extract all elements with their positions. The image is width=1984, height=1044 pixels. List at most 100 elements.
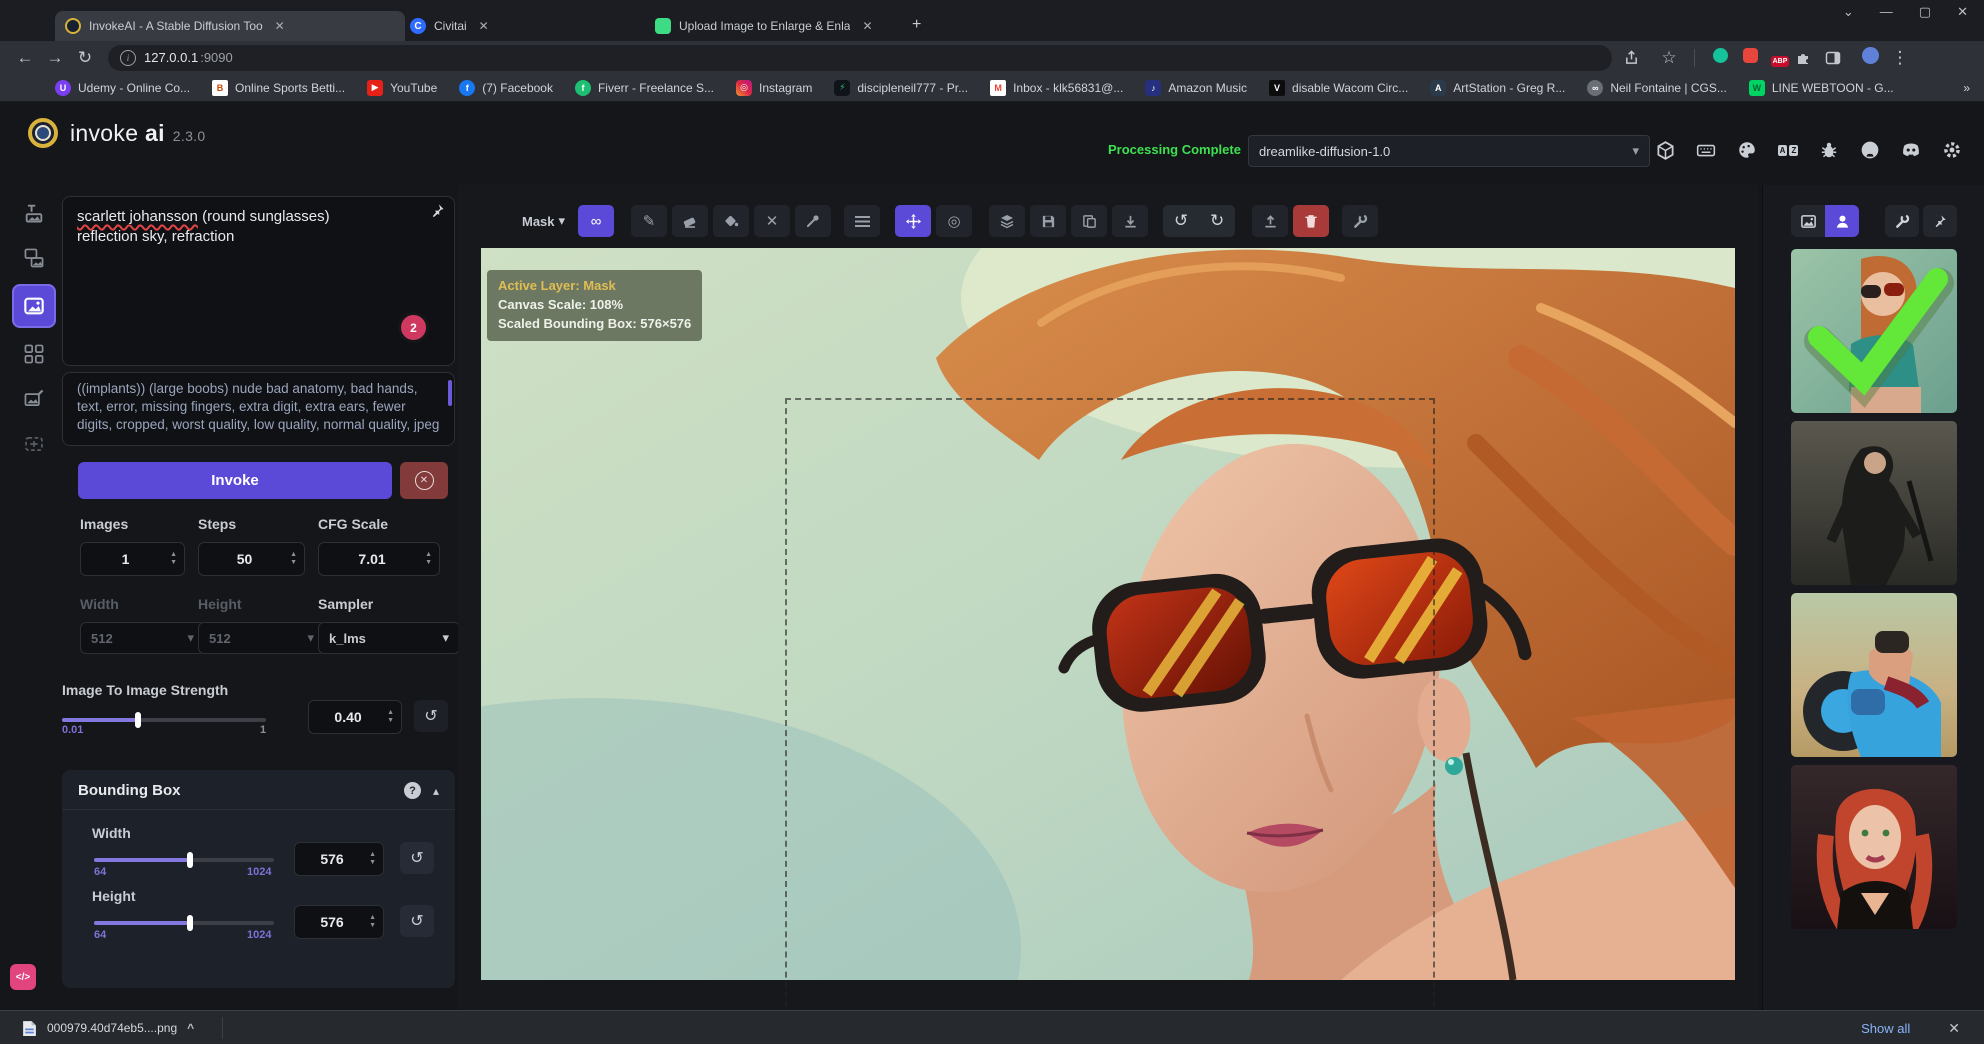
- width-select[interactable]: 512▾: [80, 622, 205, 654]
- back-button[interactable]: ←: [10, 48, 40, 68]
- gallery-thumbnail[interactable]: [1791, 765, 1957, 929]
- i2i-strength-slider[interactable]: [62, 712, 266, 728]
- erase-bounding-box-button[interactable]: ✕: [754, 205, 790, 237]
- window-close-icon[interactable]: ✕: [1957, 4, 1968, 20]
- redo-button[interactable]: ↻: [1199, 205, 1235, 237]
- download-image-button[interactable]: [1112, 205, 1148, 237]
- steps-input[interactable]: 50▲▼: [198, 542, 305, 576]
- layer-select[interactable]: Mask▾: [522, 213, 565, 229]
- model-select[interactable]: dreamlike-diffusion-1.0 ▾: [1248, 135, 1650, 167]
- share-icon[interactable]: [1624, 50, 1654, 65]
- github-icon[interactable]: [1855, 135, 1885, 165]
- tab-text-to-image[interactable]: [15, 194, 53, 232]
- undo-button[interactable]: ↺: [1163, 205, 1199, 237]
- i2i-strength-input[interactable]: 0.40▲▼: [308, 700, 402, 734]
- tab-training[interactable]: [15, 425, 53, 463]
- copy-to-clipboard-button[interactable]: [1071, 205, 1107, 237]
- reset-view-button[interactable]: ◎: [936, 205, 972, 237]
- tab-close-icon[interactable]: ✕: [862, 19, 872, 33]
- gallery-user-tab[interactable]: [1825, 205, 1859, 237]
- color-picker-button[interactable]: [795, 205, 831, 237]
- tab-close-icon[interactable]: ✕: [275, 19, 285, 33]
- clear-canvas-button[interactable]: [1293, 205, 1329, 237]
- close-shelf-icon[interactable]: ✕: [1948, 1020, 1960, 1037]
- gallery-images-tab[interactable]: [1791, 205, 1825, 237]
- pin-prompt-icon[interactable]: [430, 203, 445, 218]
- red-extension-icon[interactable]: [1735, 48, 1765, 68]
- cancel-button[interactable]: ✕: [400, 462, 448, 499]
- toggle-mask-button[interactable]: ∞: [578, 205, 614, 237]
- side-panel-icon[interactable]: [1825, 50, 1855, 66]
- bookmark-discipleneil[interactable]: ⚡discipleneil777 - Pr...: [834, 80, 968, 96]
- bookmark-facebook[interactable]: f(7) Facebook: [459, 80, 553, 96]
- bookmark-artstation[interactable]: AArtStation - Greg R...: [1430, 80, 1565, 96]
- stepper-icons[interactable]: ▲▼: [369, 852, 383, 866]
- bookmark-inbox[interactable]: MInbox - klk56831@...: [990, 80, 1123, 96]
- canvas-settings-button[interactable]: [1342, 205, 1378, 237]
- site-info-icon[interactable]: i: [120, 50, 136, 66]
- negative-prompt-input[interactable]: ((implants)) (large boobs) nude bad anat…: [62, 372, 455, 446]
- bookmark-instagram[interactable]: ◎Instagram: [736, 80, 812, 96]
- brush-options-button[interactable]: [844, 205, 880, 237]
- collapse-chevron-icon[interactable]: ▴: [433, 784, 439, 798]
- url-bar[interactable]: i 127.0.0.1:9090: [108, 45, 1612, 71]
- bbox-height-reset-button[interactable]: ↺: [400, 905, 434, 937]
- cfg-scale-input[interactable]: 7.01▲▼: [318, 542, 440, 576]
- bookmark-sports[interactable]: BOnline Sports Betti...: [212, 80, 345, 96]
- browser-menu-chevron-icon[interactable]: ⌄: [1843, 4, 1854, 20]
- tab-civitai[interactable]: C Civitai ✕: [400, 11, 650, 41]
- bookmark-webtoon[interactable]: WLINE WEBTOON - G...: [1749, 80, 1894, 96]
- sampler-select[interactable]: k_lms▾: [318, 622, 460, 654]
- gallery-thumbnail-selected[interactable]: [1791, 249, 1957, 413]
- tab-invokeai[interactable]: InvokeAI - A Stable Diffusion Too ✕: [55, 11, 405, 41]
- model-manager-cube-icon[interactable]: [1650, 135, 1680, 165]
- browser-kebab-menu-icon[interactable]: ⋮: [1885, 48, 1915, 68]
- bookmark-udemy[interactable]: UUdemy - Online Co...: [55, 80, 190, 96]
- gallery-settings-button[interactable]: [1885, 205, 1919, 237]
- bookmarks-overflow-chevron[interactable]: »: [1963, 81, 1970, 95]
- new-tab-button[interactable]: +: [912, 16, 921, 34]
- pin-gallery-button[interactable]: [1923, 205, 1957, 237]
- move-tool-button[interactable]: [895, 205, 931, 237]
- canvas-bounding-box[interactable]: [785, 398, 1435, 1038]
- bookmark-fiverr[interactable]: fFiverr - Freelance S...: [575, 80, 714, 96]
- slider-handle[interactable]: [135, 712, 141, 728]
- show-all-link[interactable]: Show all: [1861, 1021, 1910, 1036]
- window-minimize-icon[interactable]: —: [1880, 4, 1893, 20]
- stepper-icons[interactable]: ▲▼: [387, 710, 401, 724]
- stepper-icons[interactable]: ▲▼: [369, 915, 383, 929]
- theme-palette-icon[interactable]: [1732, 135, 1762, 165]
- merge-visible-button[interactable]: [989, 205, 1025, 237]
- profile-avatar[interactable]: [1855, 47, 1885, 69]
- download-expand-chevron[interactable]: ^: [187, 1021, 194, 1035]
- grammarly-extension-icon[interactable]: [1705, 48, 1735, 68]
- gallery-thumbnail[interactable]: [1791, 421, 1957, 585]
- invoke-button[interactable]: Invoke: [78, 462, 392, 499]
- reload-button[interactable]: ↻: [70, 48, 100, 68]
- settings-gear-icon[interactable]: [1937, 135, 1967, 165]
- bookmark-wacom[interactable]: Vdisable Wacom Circ...: [1269, 80, 1408, 96]
- discord-icon[interactable]: [1896, 135, 1926, 165]
- bbox-width-reset-button[interactable]: ↺: [400, 842, 434, 874]
- upload-image-button[interactable]: [1252, 205, 1288, 237]
- bookmark-amazon-music[interactable]: ♪Amazon Music: [1145, 80, 1247, 96]
- bookmark-youtube[interactable]: ▶YouTube: [367, 80, 437, 96]
- tab-upload-image[interactable]: Upload Image to Enlarge & Enla ✕: [645, 11, 915, 41]
- i2i-reset-button[interactable]: ↺: [414, 700, 448, 732]
- tab-post-processing[interactable]: [15, 380, 53, 418]
- bookmark-cgs[interactable]: ∞Neil Fontaine | CGS...: [1587, 80, 1727, 96]
- stepper-icons[interactable]: ▲▼: [170, 552, 184, 566]
- brush-tool-button[interactable]: ✎: [631, 205, 667, 237]
- gallery-thumbnail[interactable]: [1791, 593, 1957, 757]
- download-item[interactable]: 000979.40d74eb5....png ^: [0, 1020, 194, 1037]
- hotkeys-keyboard-icon[interactable]: [1691, 135, 1721, 165]
- images-input[interactable]: 1▲▼: [80, 542, 185, 576]
- tab-nodes[interactable]: [15, 335, 53, 373]
- eraser-tool-button[interactable]: [672, 205, 708, 237]
- window-maximize-icon[interactable]: ▢: [1919, 4, 1931, 20]
- report-bug-icon[interactable]: [1814, 135, 1844, 165]
- save-to-gallery-button[interactable]: [1030, 205, 1066, 237]
- bookmark-star-icon[interactable]: ☆: [1654, 48, 1684, 68]
- help-icon[interactable]: ?: [404, 782, 421, 799]
- negative-prompt-scrollbar[interactable]: [448, 380, 452, 406]
